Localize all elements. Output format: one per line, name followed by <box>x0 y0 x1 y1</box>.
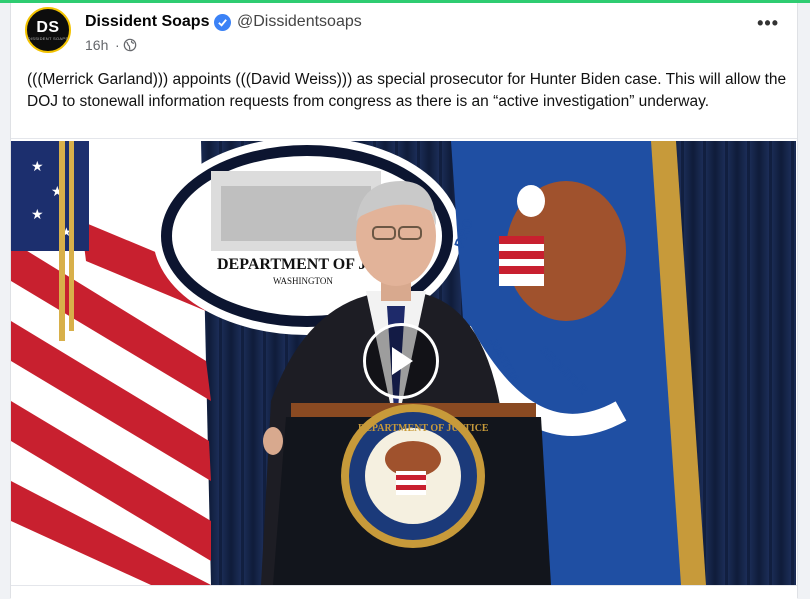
avatar-monogram: DS <box>36 18 60 36</box>
account-name[interactable]: Dissident Soaps <box>85 13 209 31</box>
play-icon <box>392 347 413 375</box>
video-player[interactable]: ★ ★ ★ ★ DEPARTMENT OF JUSTICE WASHINGTON <box>11 141 796 585</box>
divider <box>11 138 797 139</box>
post-card: DS DISSIDENT SOAPS Dissident Soaps @Diss… <box>10 3 798 599</box>
more-options-icon[interactable]: ••• <box>757 13 779 34</box>
post-time[interactable]: 16h <box>85 37 108 53</box>
post-text: (((Merrick Garland))) appoints (((David … <box>27 71 787 110</box>
podium-seal-text: DEPARTMENT OF JUSTICE <box>358 423 489 434</box>
post-footer <box>11 585 797 599</box>
svg-text:★: ★ <box>31 206 44 222</box>
meta-separator: · <box>115 37 120 53</box>
globe-icon <box>123 38 137 52</box>
account-handle[interactable]: @Dissidentsoaps <box>237 13 362 31</box>
podium: DEPARTMENT OF JUSTICE <box>273 403 551 585</box>
play-button[interactable] <box>363 323 439 399</box>
svg-text:★: ★ <box>31 158 44 174</box>
avatar[interactable]: DS DISSIDENT SOAPS <box>25 7 71 53</box>
avatar-subtext: DISSIDENT SOAPS <box>27 35 69 41</box>
doj-sign-subtext: WASHINGTON <box>273 276 333 286</box>
verified-badge-icon <box>214 14 231 31</box>
